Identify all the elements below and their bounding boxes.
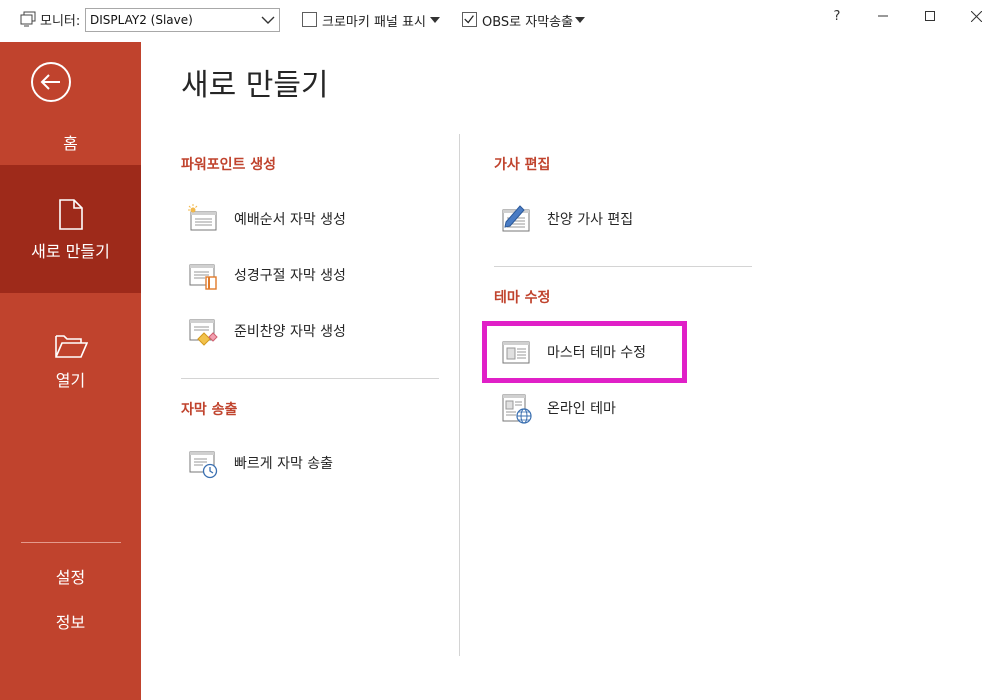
help-button[interactable]: ? <box>814 0 860 32</box>
sidebar-item-home[interactable]: 홈 <box>0 130 141 154</box>
item-label: 온라인 테마 <box>547 401 616 417</box>
divider <box>181 378 439 379</box>
obs-checkbox[interactable] <box>462 12 477 27</box>
back-button[interactable] <box>31 62 71 102</box>
sidebar-item-label: 새로 만들기 <box>31 242 110 261</box>
obs-label[interactable]: OBS로 자막송출 <box>482 11 573 30</box>
item-label: 찬양 가사 편집 <box>547 212 634 228</box>
back-arrow-icon <box>40 74 60 90</box>
item-label: 준비찬양 자막 생성 <box>234 324 346 340</box>
sidebar-divider <box>21 542 121 543</box>
section-heading-powerpoint: 파워포인트 생성 <box>181 157 277 173</box>
close-button[interactable] <box>953 0 999 32</box>
maximize-button[interactable] <box>907 0 953 32</box>
item-label: 빠르게 자막 송출 <box>234 456 334 472</box>
caret-down-icon[interactable] <box>575 17 585 23</box>
top-toolbar: 모니터: DISPLAY2 (Slave) 크로마키 패널 표시 OBS로 자막… <box>0 0 1000 42</box>
praise-icon <box>189 319 218 346</box>
display-select-value: DISPLAY2 (Slave) <box>90 13 193 27</box>
page-title: 새로 만들기 <box>181 68 329 103</box>
online-theme-button[interactable]: 온라인 테마 <box>500 388 616 428</box>
sidebar-item-info[interactable]: 정보 <box>0 609 141 633</box>
sidebar-item-open[interactable]: 열기 <box>0 367 141 391</box>
highlight-annotation <box>482 321 687 383</box>
close-icon <box>970 10 982 22</box>
display-select[interactable]: DISPLAY2 (Slave) <box>85 8 280 32</box>
caret-down-icon[interactable] <box>430 17 440 23</box>
chevron-down-icon <box>261 16 275 24</box>
section-heading-lyrics: 가사 편집 <box>494 157 551 173</box>
column-divider <box>459 134 460 656</box>
sidebar-item-new[interactable]: 새로 만들기 <box>0 165 141 293</box>
chroma-checkbox[interactable] <box>302 12 317 27</box>
monitor-icon <box>20 11 36 27</box>
maximize-icon <box>925 11 935 21</box>
chroma-label[interactable]: 크로마키 패널 표시 <box>322 11 426 30</box>
quick-send-button[interactable]: 빠르게 자막 송출 <box>187 443 333 483</box>
edit-lyrics-icon <box>502 205 530 232</box>
create-bible-verse-button[interactable]: 성경구절 자막 생성 <box>187 255 346 295</box>
item-label: 예배순서 자막 생성 <box>234 212 346 228</box>
sidebar: 홈 새로 만들기 열기 설정 정보 <box>0 42 141 700</box>
worship-order-icon <box>188 204 217 231</box>
new-document-icon <box>59 199 83 230</box>
check-icon <box>464 15 474 24</box>
item-label: 성경구절 자막 생성 <box>234 268 346 284</box>
sidebar-item-settings[interactable]: 설정 <box>0 564 141 588</box>
divider <box>494 266 752 267</box>
bible-verse-icon <box>189 264 217 290</box>
minimize-icon <box>878 15 888 17</box>
online-theme-icon <box>502 394 532 424</box>
quick-send-icon <box>189 451 218 479</box>
create-praise-button[interactable]: 준비찬양 자막 생성 <box>187 311 346 351</box>
edit-lyrics-button[interactable]: 찬양 가사 편집 <box>500 199 633 239</box>
minimize-button[interactable] <box>860 0 906 32</box>
monitor-label: 모니터: <box>40 13 81 29</box>
create-worship-order-button[interactable]: 예배순서 자막 생성 <box>187 199 346 239</box>
section-heading-send: 자막 송출 <box>181 402 238 418</box>
section-heading-theme: 테마 수정 <box>494 290 551 306</box>
folder-open-icon[interactable] <box>55 333 88 358</box>
